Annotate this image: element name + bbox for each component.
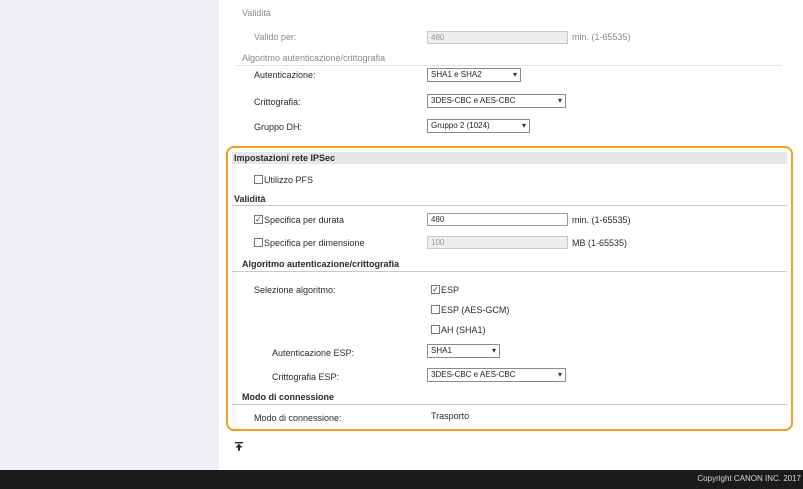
chevron-down-icon: ▾	[557, 96, 562, 105]
footer: Copyright CANON INC. 2017	[0, 470, 803, 489]
valid-for-input[interactable]: 480	[427, 31, 568, 44]
chevron-down-icon: ▾	[521, 121, 526, 130]
chevron-down-icon: ▾	[512, 70, 517, 79]
validity-title-top: Validità	[242, 8, 271, 18]
dh-group-select[interactable]: Gruppo 2 (1024) ▾	[427, 119, 530, 133]
encryption-select-value: 3DES-CBC e AES-CBC	[431, 96, 516, 105]
authentication-select[interactable]: SHA1 e SHA2 ▾	[427, 68, 521, 82]
copyright-text: Copyright CANON INC. 2017	[697, 474, 801, 483]
dh-group-label: Gruppo DH:	[254, 122, 303, 132]
valid-for-range: min. (1-65535)	[572, 32, 631, 42]
encryption-label: Crittografia:	[254, 97, 301, 107]
left-sidebar	[0, 0, 219, 470]
authentication-label: Autenticazione:	[254, 70, 316, 80]
page-top-icon[interactable]	[235, 442, 243, 451]
dh-group-select-value: Gruppo 2 (1024)	[431, 121, 490, 130]
valid-for-label: Valido per:	[254, 32, 297, 42]
divider	[236, 65, 782, 66]
auth-crypto-title-top: Algoritmo autenticazione/crittografia	[242, 53, 386, 63]
arrow-up-icon	[235, 442, 243, 451]
encryption-select[interactable]: 3DES-CBC e AES-CBC ▾	[427, 94, 566, 108]
highlight-frame	[226, 146, 793, 431]
authentication-select-value: SHA1 e SHA2	[431, 70, 482, 79]
